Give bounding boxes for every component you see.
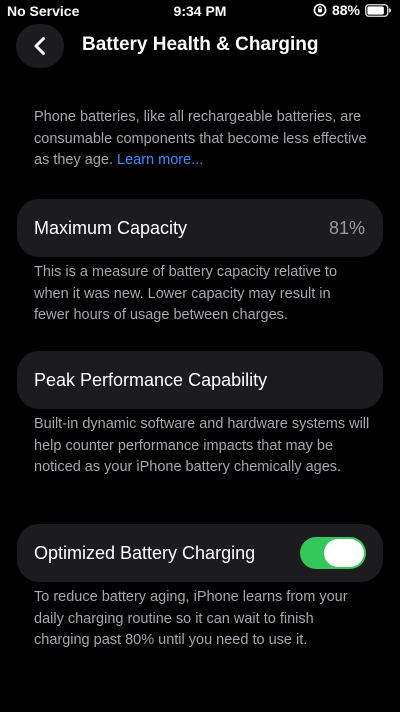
battery-percent: 88%: [331, 2, 360, 18]
learn-more-link[interactable]: Learn more...: [117, 152, 203, 168]
battery-icon: [365, 3, 391, 17]
peak-performance-description: Built-in dynamic software and hardware s…: [34, 416, 370, 475]
nav-bar: Battery Health & Charging: [0, 24, 400, 68]
maximum-capacity-description: This is a measure of battery capacity re…: [34, 264, 338, 323]
maximum-capacity-label: Maximum Capacity: [34, 218, 188, 238]
rotation-lock-icon: [313, 3, 327, 17]
status-indicators: 88%: [313, 2, 391, 18]
intro-description: Phone batteries, like all rechargeable b…: [34, 107, 370, 172]
optimized-charging-cell: Optimized Battery Charging: [17, 524, 383, 582]
optimized-charging-toggle[interactable]: [300, 537, 366, 569]
optimized-charging-label: Optimized Battery Charging: [34, 543, 256, 563]
toggle-knob: [324, 539, 364, 567]
maximum-capacity-value: 81%: [328, 218, 365, 238]
back-button[interactable]: [16, 24, 64, 68]
maximum-capacity-cell: Maximum Capacity 81%: [17, 199, 383, 257]
peak-performance-label: Peak Performance Capability: [34, 370, 268, 390]
status-bar: No Service 9:34 PM 88%: [0, 0, 400, 24]
chevron-left-icon: [34, 37, 45, 55]
page-title: Battery Health & Charging: [82, 34, 319, 55]
optimized-charging-description: To reduce battery aging, iPhone learns f…: [34, 589, 348, 648]
peak-performance-cell: Peak Performance Capability: [17, 351, 383, 409]
